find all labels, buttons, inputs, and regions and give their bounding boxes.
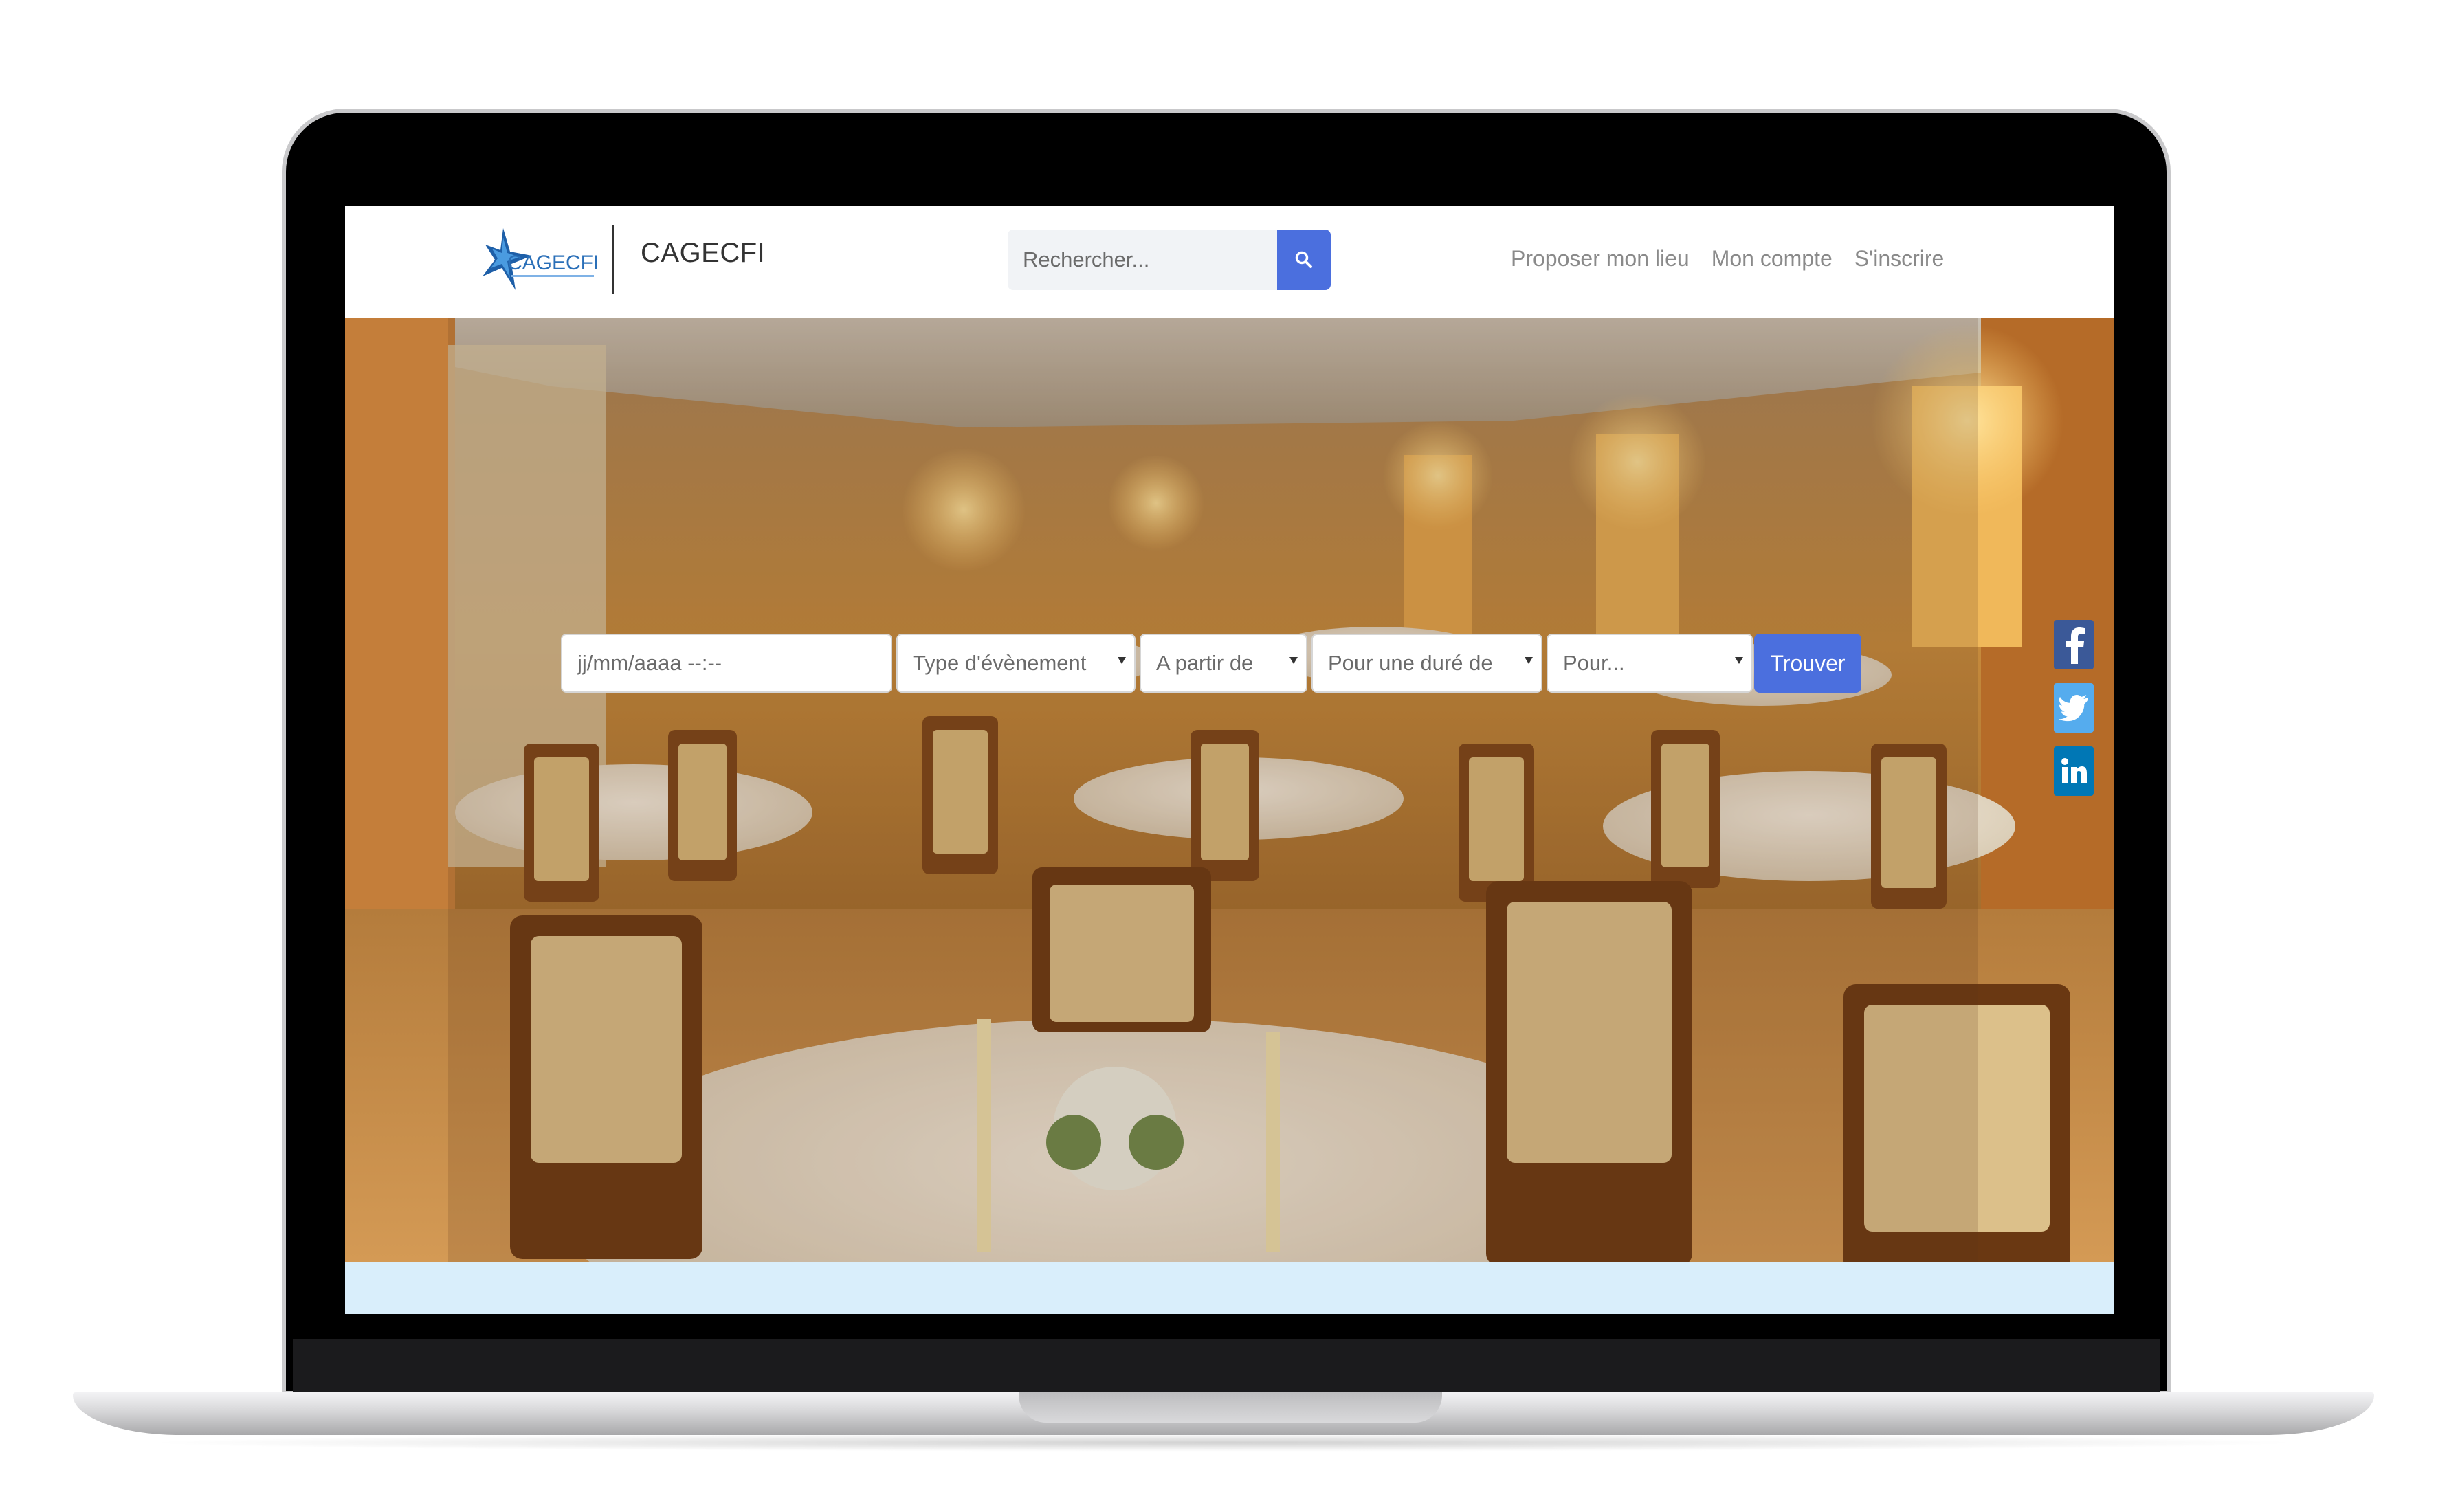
event-type-select[interactable]: Type d'évènement <box>896 634 1136 693</box>
nav-sign-up[interactable]: S'inscrire <box>1854 246 1945 271</box>
nav-my-account[interactable]: Mon compte <box>1712 246 1833 271</box>
chevron-down-icon <box>1289 657 1298 664</box>
linkedin-link[interactable] <box>2054 746 2094 796</box>
logo-wordmark: CAGECFI <box>507 252 597 274</box>
nav-links: Proposer mon lieu Mon compte S'inscrire <box>1511 246 1944 271</box>
site-search <box>1008 230 1331 290</box>
date-field[interactable]: jj/mm/aaaa --:-- <box>561 634 892 693</box>
facebook-link[interactable] <box>2054 620 2094 669</box>
chevron-down-icon <box>1118 657 1126 664</box>
laptop-shadow <box>137 1434 2310 1452</box>
navbar: CAGECFI CAGECFI Proposer mon lieu Mon co… <box>345 206 2114 318</box>
search-input[interactable] <box>1008 230 1277 290</box>
laptop-bezel <box>293 1339 2160 1397</box>
find-button[interactable]: Trouver <box>1754 634 1861 693</box>
browser-screen: CAGECFI CAGECFI Proposer mon lieu Mon co… <box>345 206 2114 1314</box>
guests-value: Pour... <box>1563 651 1625 675</box>
search-button[interactable] <box>1277 230 1331 290</box>
duration-value: Pour une duré de <box>1328 651 1493 675</box>
twitter-icon <box>2059 694 2088 722</box>
from-select[interactable]: A partir de <box>1140 634 1307 693</box>
search-icon <box>1295 251 1312 268</box>
facebook-icon <box>2066 627 2085 664</box>
hero-dim-overlay <box>448 318 1978 1262</box>
cagecfi-logo[interactable]: CAGECFI <box>480 224 597 300</box>
page: CAGECFI CAGECFI Proposer mon lieu Mon co… <box>0 0 2447 1512</box>
date-field-placeholder: jj/mm/aaaa --:-- <box>577 651 722 675</box>
hero-banner <box>345 318 2114 1262</box>
brand-name[interactable]: CAGECFI <box>641 238 765 269</box>
chevron-down-icon <box>1735 657 1743 664</box>
guests-select[interactable]: Pour... <box>1547 634 1753 693</box>
event-type-value: Type d'évènement <box>913 651 1087 675</box>
from-value: A partir de <box>1156 651 1254 675</box>
section-strip <box>345 1262 2114 1314</box>
duration-select[interactable]: Pour une duré de <box>1311 634 1542 693</box>
laptop-notch <box>1019 1392 1442 1423</box>
twitter-link[interactable] <box>2054 683 2094 733</box>
chevron-down-icon <box>1525 657 1533 664</box>
brand-divider <box>612 225 614 294</box>
nav-propose-venue[interactable]: Proposer mon lieu <box>1511 246 1690 271</box>
linkedin-icon <box>2061 758 2087 783</box>
